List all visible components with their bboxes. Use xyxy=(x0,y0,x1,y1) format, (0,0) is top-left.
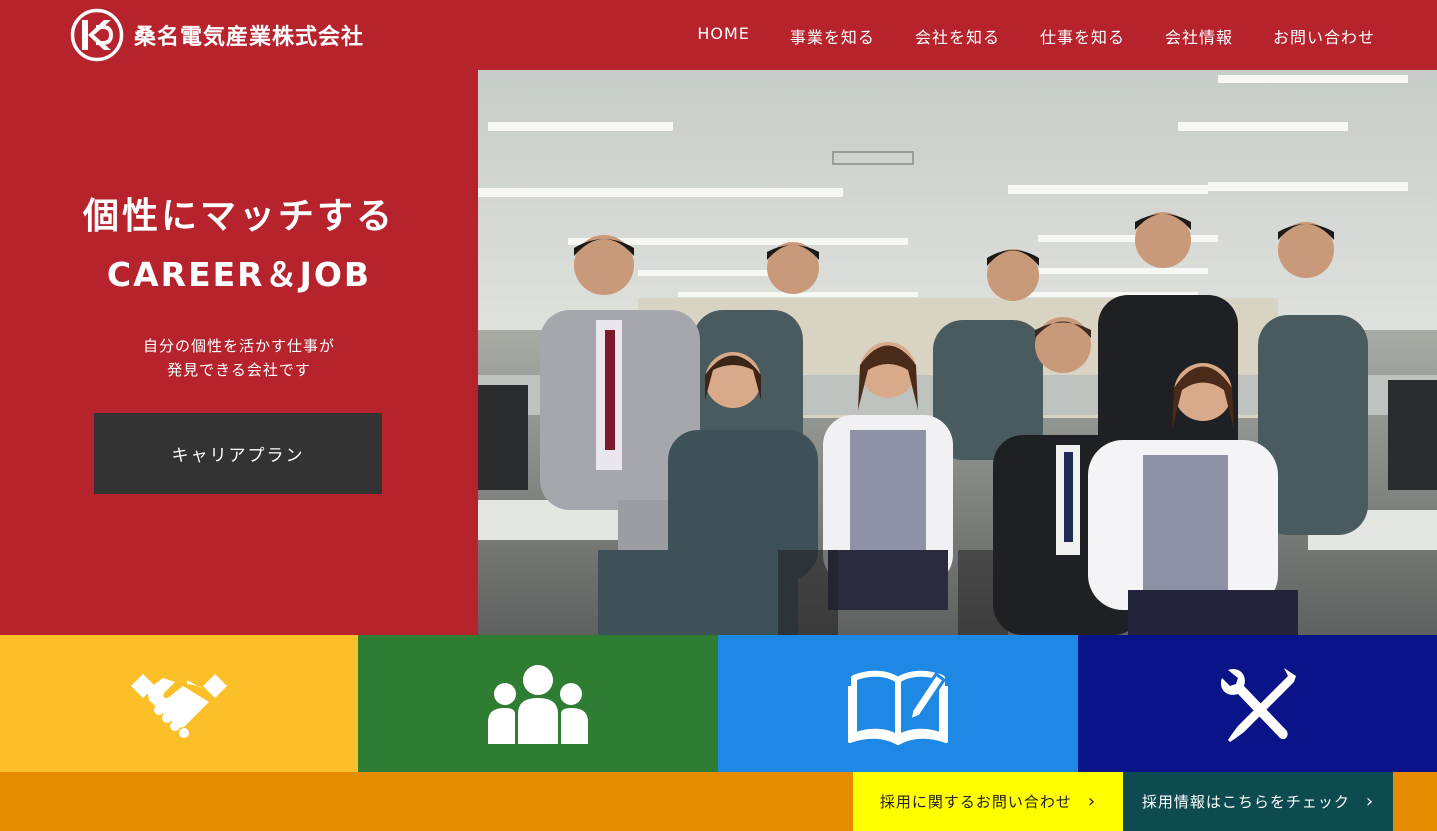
company-logo-link[interactable]: 桑名電気産業株式会社 xyxy=(70,8,364,62)
bottom-cta-bar: 採用に関するお問い合わせ › 採用情報はこちらをチェック › xyxy=(0,772,1437,831)
hero-title-english: CAREER＆JOB xyxy=(106,255,372,294)
site-header: 桑名電気産業株式会社 HOME 事業を知る 会社を知る 仕事を知る 会社情報 お… xyxy=(0,0,1437,70)
nav-item-company-culture[interactable]: 会社を知る xyxy=(915,24,1000,48)
chevron-right-icon: › xyxy=(1365,791,1375,812)
tile-tools[interactable] xyxy=(1078,635,1437,772)
group-photo-image xyxy=(478,70,1437,635)
handshake-icon xyxy=(131,673,227,738)
people-group-icon xyxy=(488,664,588,744)
book-pen-icon xyxy=(848,670,948,745)
tile-handshake[interactable] xyxy=(0,635,358,772)
nav-item-work[interactable]: 仕事を知る xyxy=(1040,24,1125,48)
nav-item-contact[interactable]: お問い合わせ xyxy=(1273,24,1375,48)
feature-tiles xyxy=(0,635,1437,772)
recruit-contact-link[interactable]: 採用に関するお問い合わせ › xyxy=(853,772,1123,831)
recruit-info-link[interactable]: 採用情報はこちらをチェック › xyxy=(1123,772,1393,831)
wrench-screwdriver-icon xyxy=(1220,667,1296,742)
recruit-info-label: 採用情報はこちらをチェック xyxy=(1141,793,1350,811)
tile-book[interactable] xyxy=(718,635,1078,772)
hero-subtitle-line1: 自分の個性を活かす仕事が xyxy=(142,337,335,355)
chevron-right-icon: › xyxy=(1087,791,1097,812)
hero-subtitle: 自分の個性を活かす仕事が 発見できる会社です xyxy=(0,334,478,382)
main-nav: HOME 事業を知る 会社を知る 仕事を知る 会社情報 お問い合わせ xyxy=(697,24,1375,48)
company-logo-icon xyxy=(70,8,124,62)
nav-item-home[interactable]: HOME xyxy=(697,24,750,48)
nav-item-company-info[interactable]: 会社情報 xyxy=(1165,24,1233,48)
company-name: 桑名電気産業株式会社 xyxy=(134,25,365,50)
tile-people[interactable] xyxy=(358,635,718,772)
hero-title: 個性にマッチする xyxy=(82,196,395,237)
hero-text-panel: 個性にマッチする CAREER＆JOB 自分の個性を活かす仕事が 発見できる会社… xyxy=(0,70,478,635)
page: 桑名電気産業株式会社 HOME 事業を知る 会社を知る 仕事を知る 会社情報 お… xyxy=(0,0,1437,831)
nav-item-business[interactable]: 事業を知る xyxy=(790,24,875,48)
recruit-contact-label: 採用に関するお問い合わせ xyxy=(879,793,1072,811)
hero-photo xyxy=(478,70,1437,635)
career-plan-button[interactable]: キャリアプラン xyxy=(94,413,382,494)
hero-subtitle-line2: 発見できる会社です xyxy=(167,361,311,379)
